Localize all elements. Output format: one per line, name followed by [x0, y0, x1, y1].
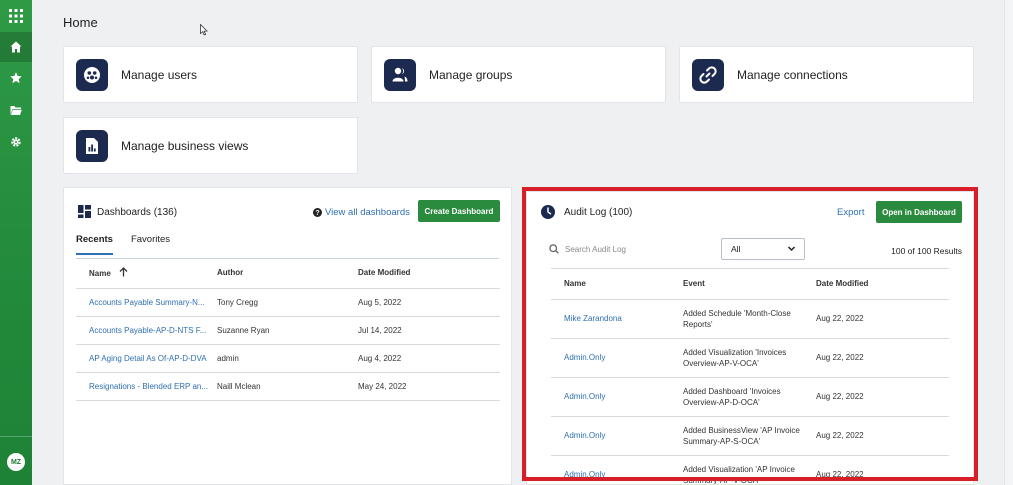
table-row[interactable]: AP Aging Detail As Of-AP-D-DVA admin Aug…	[76, 344, 500, 373]
audit-log-panel: Audit Log (100) Export Open in Dashboard…	[526, 191, 974, 485]
search-icon	[549, 244, 559, 254]
sort-ascending-icon[interactable]	[119, 267, 128, 277]
tile-label: Manage groups	[429, 67, 513, 82]
audit-log-title: Audit Log (100)	[564, 207, 633, 218]
sidebar-item-home[interactable]	[0, 32, 32, 62]
table-row[interactable]: Resignations - Blended ERP an... Naill M…	[76, 372, 500, 401]
column-header-name[interactable]: Name	[76, 258, 217, 289]
table-row[interactable]: Admin.Only Added BusinessView 'AP Invoic…	[551, 416, 949, 456]
audit-date: Aug 22, 2022	[816, 455, 949, 484]
table-row[interactable]: Admin.Only Added Visualization 'Invoices…	[551, 338, 949, 378]
manage-business-views-tile[interactable]: Manage business views	[63, 117, 358, 174]
audit-date: Aug 22, 2022	[816, 416, 949, 456]
dashboard-name-link[interactable]: Accounts Payable Summary-N...	[76, 288, 217, 317]
dashboard-name-link[interactable]: Accounts Payable-AP-D-NTS F...	[76, 316, 217, 345]
table-header-row: Name Event Date Modified	[551, 269, 949, 300]
dashboard-tabs: Recents Favorites	[76, 234, 188, 255]
tile-label: Manage business views	[121, 138, 249, 153]
sidebar-item-folders[interactable]	[0, 95, 32, 125]
view-all-label: View all dashboards	[325, 207, 410, 218]
dashboards-title: Dashboards (136)	[97, 207, 178, 218]
view-all-dashboards-link[interactable]: ? View all dashboards	[313, 207, 410, 218]
audit-user-link[interactable]: Admin.Only	[551, 416, 683, 456]
audit-event: Added Schedule 'Month-Close Reports'	[683, 299, 816, 339]
tab-recents[interactable]: Recents	[76, 234, 113, 255]
table-row[interactable]: Mike Zarandona Added Schedule 'Month-Clo…	[551, 299, 949, 339]
dashboard-author: admin	[217, 344, 358, 373]
audit-date: Aug 22, 2022	[816, 299, 949, 339]
manage-groups-tile[interactable]: Manage groups	[371, 46, 666, 103]
dashboard-date: Aug 4, 2022	[358, 344, 500, 373]
column-header-name[interactable]: Name	[551, 269, 683, 300]
report-icon	[76, 129, 108, 162]
column-header-author[interactable]: Author	[217, 258, 358, 289]
table-row[interactable]: Admin.Only Added Visualization 'AP Invoi…	[551, 455, 949, 484]
column-header-event[interactable]: Event	[683, 269, 816, 300]
groups-icon	[384, 58, 416, 91]
gear-icon	[11, 137, 21, 147]
page-scrollbar[interactable]	[1004, 0, 1013, 485]
dashboard-name-link[interactable]: AP Aging Detail As Of-AP-D-DVA	[76, 344, 217, 373]
create-dashboard-button[interactable]: Create Dashboard	[418, 200, 500, 222]
audit-event: Added Dashboard 'Invoices Overview-AP-D-…	[683, 377, 816, 417]
sidebar-divider	[0, 436, 32, 437]
svg-text:?: ?	[315, 210, 319, 217]
audit-event: Added Visualization 'Invoices Overview-A…	[683, 338, 816, 378]
export-link[interactable]: Export	[837, 207, 864, 218]
results-count: 100 of 100 Results	[891, 246, 962, 256]
column-header-date[interactable]: Date Modified	[816, 269, 949, 300]
column-label: Name	[89, 269, 111, 279]
sidebar-item-favorites[interactable]	[0, 63, 32, 93]
audit-user-link[interactable]: Admin.Only	[551, 455, 683, 484]
search-input[interactable]: Search Audit Log	[565, 245, 626, 254]
table-row[interactable]: Admin.Only Added Dashboard 'Invoices Ove…	[551, 377, 949, 417]
apps-grid-icon[interactable]	[0, 0, 32, 32]
dashboard-author: Tony Cregg	[217, 288, 358, 317]
avatar[interactable]: MZ	[7, 453, 25, 471]
column-header-date[interactable]: Date Modified	[358, 258, 500, 289]
dashboard-grid-icon	[78, 205, 91, 218]
audit-search[interactable]: Search Audit Log	[549, 244, 626, 254]
tab-favorites[interactable]: Favorites	[131, 234, 170, 255]
dashboards-panel: Dashboards (136) ? View all dashboards C…	[63, 187, 512, 485]
audit-event: Added Visualization 'AP Invoice Summary-…	[683, 455, 816, 484]
dashboards-table: Name Author Date Modified Accounts Payab…	[76, 258, 500, 401]
dashboard-author: Naill Mclean	[217, 372, 358, 401]
audit-filter-select[interactable]: All	[721, 238, 805, 260]
audit-user-link[interactable]: Admin.Only	[551, 338, 683, 378]
link-icon	[692, 58, 724, 91]
help-icon: ?	[313, 208, 322, 217]
dashboard-date: May 24, 2022	[358, 372, 500, 401]
audit-log-table: Name Event Date Modified Mike Zarandona …	[551, 269, 949, 484]
folder-icon	[10, 105, 22, 115]
table-header-row: Name Author Date Modified	[76, 258, 500, 289]
tile-label: Manage users	[121, 67, 198, 82]
sidebar-item-settings[interactable]	[0, 127, 32, 157]
audit-event: Added BusinessView 'AP Invoice Summary-A…	[683, 416, 816, 456]
dashboard-date: Aug 5, 2022	[358, 288, 500, 317]
users-icon	[76, 58, 108, 91]
tile-label: Manage connections	[737, 67, 848, 82]
mouse-cursor-icon	[200, 24, 208, 36]
audit-user-link[interactable]: Mike Zarandona	[551, 299, 683, 339]
audit-date: Aug 22, 2022	[816, 377, 949, 417]
manage-users-tile[interactable]: Manage users	[63, 46, 358, 103]
table-row[interactable]: Accounts Payable-AP-D-NTS F... Suzanne R…	[76, 316, 500, 345]
clock-icon	[541, 205, 555, 219]
dashboard-author: Suzanne Ryan	[217, 316, 358, 345]
manage-connections-tile[interactable]: Manage connections	[679, 46, 974, 103]
star-icon	[10, 72, 22, 84]
table-row[interactable]: Accounts Payable Summary-N... Tony Cregg…	[76, 288, 500, 317]
filter-value: All	[731, 244, 741, 254]
dashboard-date: Jul 14, 2022	[358, 316, 500, 345]
dashboard-name-link[interactable]: Resignations - Blended ERP an...	[76, 372, 217, 401]
home-icon	[10, 41, 22, 53]
sidebar: MZ	[0, 0, 32, 485]
page-title: Home	[63, 15, 98, 30]
chevron-down-icon	[787, 246, 796, 252]
audit-date: Aug 22, 2022	[816, 338, 949, 378]
open-in-dashboard-button[interactable]: Open in Dashboard	[876, 201, 962, 223]
audit-user-link[interactable]: Admin.Only	[551, 377, 683, 417]
